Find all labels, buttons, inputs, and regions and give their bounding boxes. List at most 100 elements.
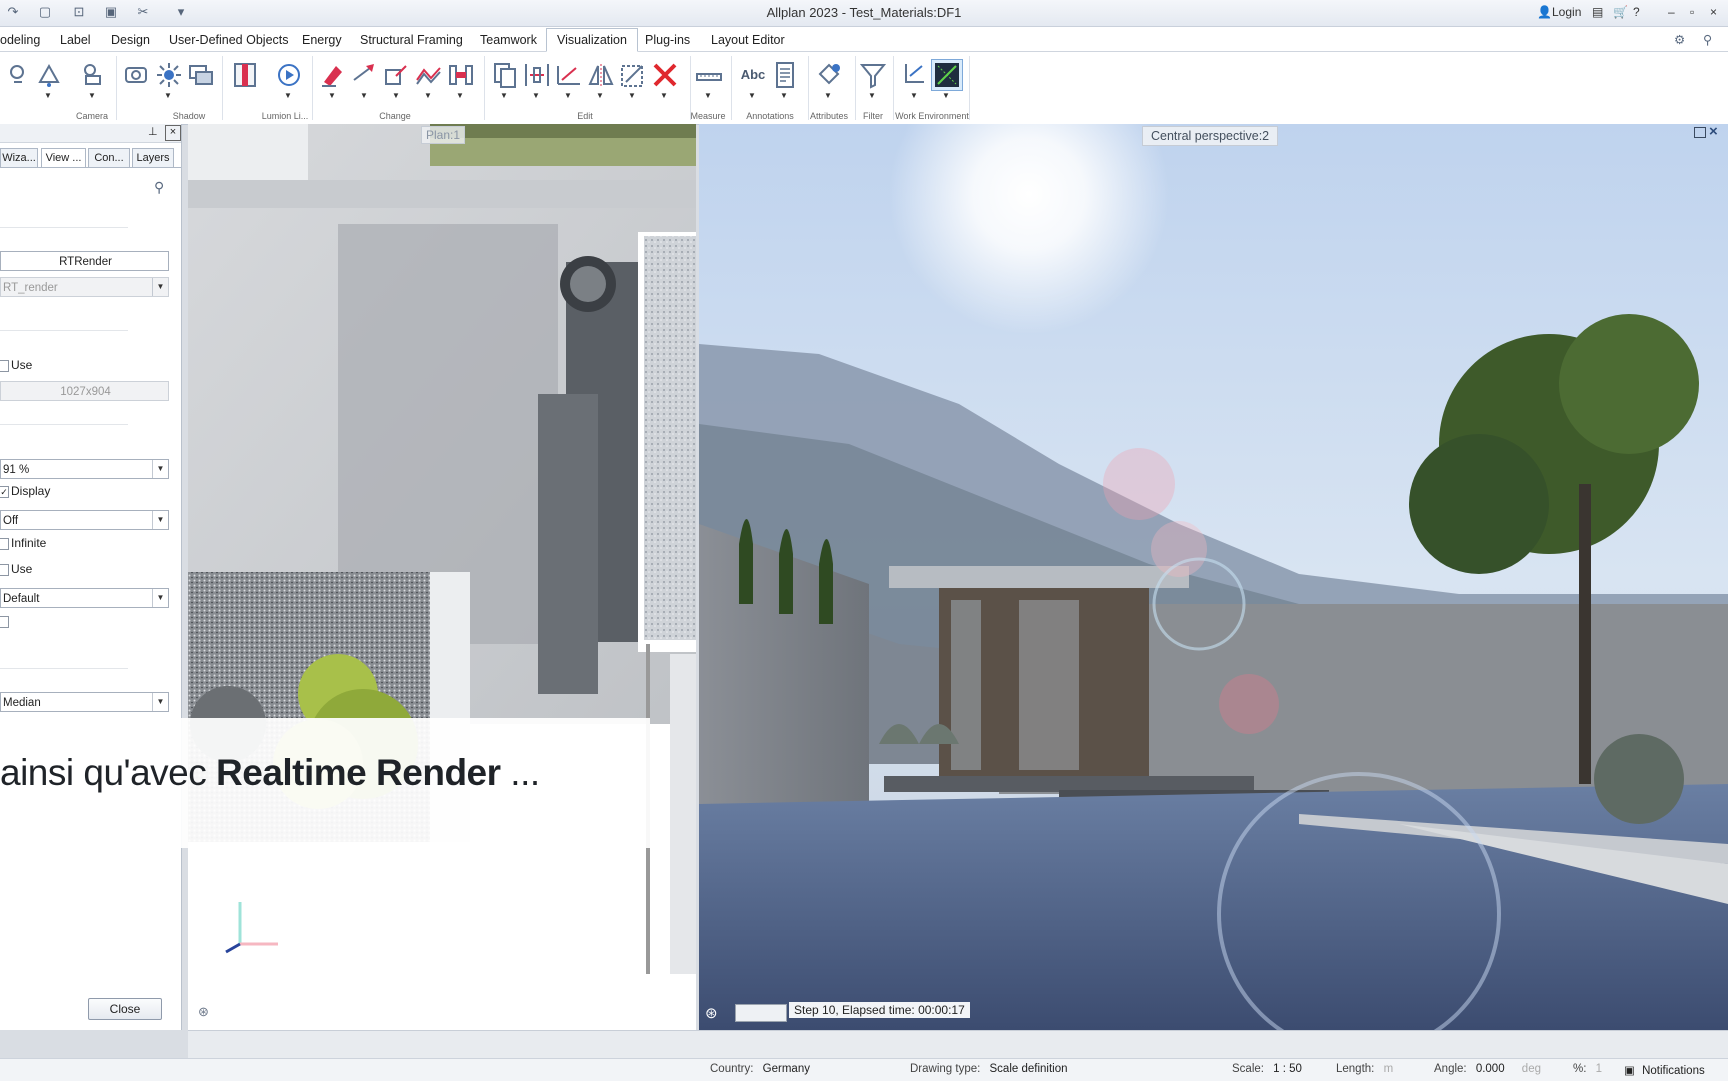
transform-dropdown-icon[interactable]: ▼ bbox=[392, 92, 400, 100]
copy-icon[interactable] bbox=[490, 60, 520, 90]
copy-dropdown-icon[interactable]: ▼ bbox=[500, 92, 508, 100]
palette-search-icon[interactable]: ⚲ bbox=[154, 179, 164, 196]
notifications-button[interactable]: ▣ Notifications bbox=[1624, 1063, 1705, 1077]
use-checkbox-2[interactable] bbox=[0, 564, 9, 576]
tab-layout-editor[interactable]: Layout Editor bbox=[711, 31, 785, 49]
drawing-type-value[interactable]: Scale definition bbox=[990, 1063, 1068, 1075]
scale-value[interactable]: 1 : 50 bbox=[1273, 1063, 1302, 1075]
infinite-checkbox[interactable] bbox=[0, 538, 9, 550]
viewport-navigation-icon[interactable]: ⊛ bbox=[198, 1004, 209, 1020]
lamp-dropdown-icon[interactable]: ▼ bbox=[44, 92, 52, 100]
quality-select[interactable]: 91 % ▼ bbox=[0, 459, 169, 479]
text-dropdown-icon[interactable]: ▼ bbox=[748, 92, 756, 100]
render-name-field[interactable]: RTRender bbox=[0, 251, 169, 271]
sun-dropdown-icon[interactable]: ▼ bbox=[164, 92, 172, 100]
option-checkbox[interactable] bbox=[0, 616, 9, 628]
palette-tab-view[interactable]: View ... bbox=[41, 148, 86, 168]
attributes-dropdown-icon[interactable]: ▼ bbox=[824, 92, 832, 100]
maximize-icon[interactable]: ▫ bbox=[1690, 3, 1694, 21]
user-icon[interactable]: 👤 bbox=[1537, 3, 1552, 21]
tab-plug-ins[interactable]: Plug-ins bbox=[645, 31, 690, 49]
move-dropdown-icon[interactable]: ▼ bbox=[532, 92, 540, 100]
scale-icon[interactable] bbox=[618, 60, 648, 90]
render-profile-select[interactable]: RT_render ▼ bbox=[0, 277, 169, 297]
mirror-dropdown-icon[interactable]: ▼ bbox=[596, 92, 604, 100]
modify-line-dropdown-icon[interactable]: ▼ bbox=[360, 92, 368, 100]
minimize-icon[interactable]: – bbox=[1668, 3, 1675, 21]
perspective-viewport[interactable]: Central perspective:2 × ⊛ Step 10, Elaps… bbox=[699, 124, 1728, 1030]
ribbon-search-icon[interactable]: ⚲ bbox=[1703, 31, 1712, 49]
polyline-icon[interactable] bbox=[414, 60, 444, 90]
modify-line-icon[interactable] bbox=[350, 60, 380, 90]
measure-dropdown-icon[interactable]: ▼ bbox=[704, 92, 712, 100]
tab-visualization[interactable]: Visualization bbox=[546, 28, 638, 52]
plan-viewport[interactable]: Plan:1 ⊛ bbox=[188, 124, 696, 1030]
resolution-field[interactable]: 1027x904 bbox=[0, 381, 169, 401]
display-checkbox[interactable]: ✓ bbox=[0, 486, 9, 498]
lumion-play-icon[interactable] bbox=[274, 60, 304, 90]
rotate-dropdown-icon[interactable]: ▼ bbox=[564, 92, 572, 100]
light-settings-icon[interactable] bbox=[4, 60, 34, 90]
work-environment-dropdown-icon[interactable]: ▼ bbox=[942, 92, 950, 100]
transform-icon[interactable] bbox=[382, 60, 412, 90]
eraser-dropdown-icon[interactable]: ▼ bbox=[328, 92, 336, 100]
label-dropdown-icon[interactable]: ▼ bbox=[780, 92, 788, 100]
tab-structural-framing[interactable]: Structural Framing bbox=[360, 31, 463, 49]
palette-tab-connect[interactable]: Con... bbox=[88, 148, 130, 168]
tab-design[interactable]: Design bbox=[111, 31, 150, 49]
attributes-icon[interactable] bbox=[814, 60, 844, 90]
delete-icon[interactable] bbox=[650, 60, 680, 90]
delete-dropdown-icon[interactable]: ▼ bbox=[660, 92, 668, 100]
scale-dropdown-icon[interactable]: ▼ bbox=[628, 92, 636, 100]
camera-settings-icon[interactable] bbox=[78, 60, 108, 90]
lumion-dropdown-icon[interactable]: ▼ bbox=[284, 92, 292, 100]
login-link[interactable]: Login bbox=[1552, 3, 1581, 21]
country-value[interactable]: Germany bbox=[763, 1063, 810, 1075]
text-icon[interactable]: Abc bbox=[738, 60, 768, 90]
sun-position-icon[interactable] bbox=[122, 60, 152, 90]
angle-value[interactable]: 0.000 bbox=[1476, 1063, 1505, 1075]
close-button[interactable]: Close bbox=[88, 998, 162, 1020]
move-icon[interactable] bbox=[522, 60, 552, 90]
shadow-icon[interactable] bbox=[186, 60, 216, 90]
polyline-dropdown-icon[interactable]: ▼ bbox=[424, 92, 432, 100]
camera-dropdown-icon[interactable]: ▼ bbox=[88, 92, 96, 100]
label-document-icon[interactable] bbox=[770, 60, 800, 90]
mirror-icon[interactable] bbox=[586, 60, 616, 90]
palette-close-icon[interactable]: × bbox=[165, 125, 181, 141]
close-window-icon[interactable]: × bbox=[1710, 3, 1717, 21]
pin-icon[interactable]: ⊥ bbox=[148, 125, 158, 138]
percent-value[interactable]: 1 bbox=[1596, 1063, 1602, 1075]
eraser-icon[interactable] bbox=[318, 60, 348, 90]
stretch-icon[interactable] bbox=[446, 60, 476, 90]
lumion-livesync-icon[interactable] bbox=[230, 60, 260, 90]
close-view-icon[interactable]: × bbox=[1709, 124, 1718, 140]
sun-icon[interactable] bbox=[154, 60, 184, 90]
stretch-dropdown-icon[interactable]: ▼ bbox=[456, 92, 464, 100]
viewport-navigation-icon[interactable]: ⊛ bbox=[705, 1004, 718, 1022]
switch-environment-icon[interactable] bbox=[900, 60, 930, 90]
tab-teamwork[interactable]: Teamwork bbox=[480, 31, 537, 49]
help-icon[interactable]: ? bbox=[1633, 3, 1640, 21]
switch-environment-dropdown-icon[interactable]: ▼ bbox=[910, 92, 918, 100]
shop-cart-icon[interactable]: 🛒 bbox=[1613, 3, 1628, 21]
lamp-icon[interactable] bbox=[34, 60, 64, 90]
use-checkbox-1[interactable] bbox=[0, 360, 9, 372]
filter-icon[interactable] bbox=[858, 60, 888, 90]
work-environment-icon[interactable] bbox=[931, 59, 963, 91]
palette-tab-layers[interactable]: Layers bbox=[132, 148, 174, 168]
settings-gear-icon[interactable]: ⚙ bbox=[1674, 31, 1685, 49]
rotate-icon[interactable] bbox=[554, 60, 584, 90]
measure-icon[interactable] bbox=[694, 60, 724, 90]
tab-energy[interactable]: Energy bbox=[302, 31, 342, 49]
maximize-view-icon[interactable] bbox=[1694, 127, 1706, 138]
filter-select[interactable]: Median ▼ bbox=[0, 692, 169, 712]
default-select[interactable]: Default ▼ bbox=[0, 588, 169, 608]
tab-modeling[interactable]: odeling bbox=[0, 31, 40, 49]
length-unit[interactable]: m bbox=[1384, 1063, 1394, 1075]
palette-tab-wizards[interactable]: Wiza... bbox=[0, 148, 38, 168]
filter-dropdown-icon[interactable]: ▼ bbox=[868, 92, 876, 100]
tab-user-defined-objects[interactable]: User-Defined Objects bbox=[169, 31, 289, 49]
tab-label[interactable]: Label bbox=[60, 31, 91, 49]
off-select[interactable]: Off ▼ bbox=[0, 510, 169, 530]
